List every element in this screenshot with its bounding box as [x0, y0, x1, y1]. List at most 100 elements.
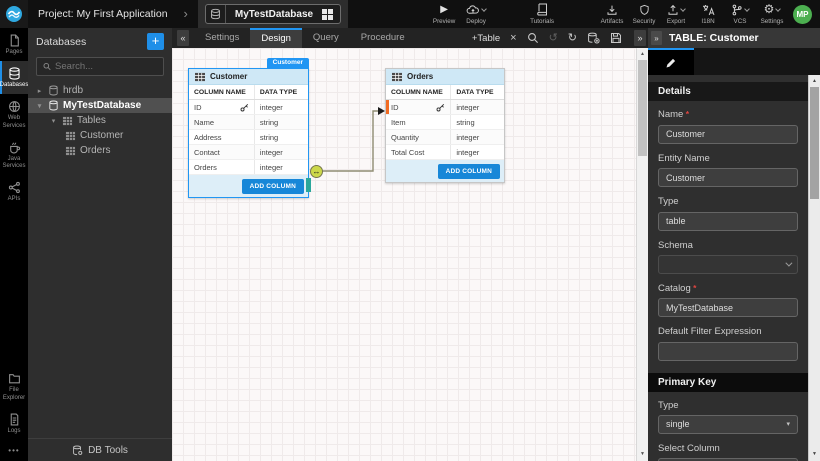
tab-edit-properties[interactable] — [648, 48, 694, 75]
tab-query[interactable]: Query — [302, 28, 350, 48]
rail-item-java-services[interactable]: Java Services — [0, 135, 28, 175]
delete-icon[interactable]: × — [510, 31, 516, 45]
caret-down-icon[interactable]: ▾ — [49, 117, 58, 125]
table-row-total-cost[interactable]: Total Cost integer — [386, 145, 504, 160]
rail-item-databases[interactable]: Databases — [0, 61, 28, 94]
scroll-down-icon[interactable]: ▼ — [637, 449, 648, 460]
table-card-orders[interactable]: Orders COLUMN NAME DATA TYPE ID integer … — [385, 68, 505, 183]
expand-panel-button[interactable]: » — [634, 30, 646, 46]
vcs-button[interactable]: VCS — [724, 0, 756, 28]
caret-down-icon[interactable]: ▾ — [35, 102, 44, 110]
catalog-field[interactable] — [658, 298, 798, 317]
scroll-thumb[interactable] — [638, 60, 647, 156]
connector-drag-handle[interactable]: ↔ — [310, 165, 323, 178]
scroll-up-icon[interactable]: ▲ — [637, 49, 648, 60]
collapse-sidebar-button[interactable]: « — [177, 30, 189, 46]
field-label-entity-name: Entity Name — [658, 153, 798, 164]
db-tools-button[interactable]: DB Tools — [28, 438, 172, 461]
card-header[interactable]: Customer — [189, 69, 308, 85]
scroll-up-icon[interactable]: ▲ — [809, 76, 820, 87]
rail-item-file-explorer[interactable]: File Explorer — [0, 366, 28, 406]
table-row-item[interactable]: Item string — [386, 115, 504, 130]
update-database-icon[interactable] — [587, 32, 600, 44]
select-column-select[interactable]: ID — [658, 458, 798, 461]
tab-mytestdatabase[interactable]: MyTestDatabase — [205, 4, 341, 24]
card-header[interactable]: Orders — [386, 69, 504, 85]
inspector-scrollbar[interactable]: ▲ ▼ — [808, 75, 820, 461]
tab-settings[interactable]: Settings — [194, 28, 250, 48]
tree-item-customer[interactable]: Customer — [28, 128, 172, 143]
grid-view-icon[interactable] — [322, 9, 333, 20]
table-row-id[interactable]: ID integer — [189, 100, 308, 115]
book-icon — [537, 3, 548, 16]
rail-item-apis[interactable]: APIs — [0, 175, 28, 208]
table-card-customer[interactable]: Customer Customer COLUMN NAME DATA TYPE … — [188, 68, 309, 198]
add-column-button[interactable]: ADD COLUMN — [242, 179, 304, 194]
table-row-id[interactable]: ID integer — [386, 100, 504, 115]
databases-sidebar: Databases + ▸ hrdb ▾ MyTestDatabase ▾ Ta… — [28, 28, 172, 461]
field-label-default-filter: Default Filter Expression — [658, 326, 798, 337]
tab-procedure[interactable]: Procedure — [350, 28, 416, 48]
rail-item-web-services[interactable]: Web Services — [0, 94, 28, 134]
tree-item-hrdb[interactable]: ▸ hrdb — [28, 83, 172, 98]
table-row-orders[interactable]: Orders integer — [189, 160, 308, 175]
expand-inspector-button[interactable]: » — [651, 31, 662, 45]
card-footer: ADD COLUMN — [386, 160, 504, 182]
more-options-icon[interactable]: ••• — [0, 440, 28, 461]
topbar-right-actions: Artifacts Security Export — [596, 0, 820, 28]
scroll-down-icon[interactable]: ▼ — [809, 449, 820, 460]
tab-design[interactable]: Design — [250, 28, 302, 48]
artifacts-button[interactable]: Artifacts — [596, 0, 628, 28]
design-canvas[interactable]: Customer Customer COLUMN NAME DATA TYPE … — [172, 48, 648, 461]
add-column-button[interactable]: ADD COLUMN — [438, 164, 500, 179]
pk-type-select[interactable]: single ▾ — [658, 415, 798, 434]
add-database-button[interactable]: + — [147, 33, 164, 50]
table-row-name[interactable]: Name string — [189, 115, 308, 130]
field-label-type: Type — [658, 196, 798, 207]
translate-icon — [702, 4, 715, 16]
tutorials-button[interactable]: Tutorials — [526, 0, 558, 28]
caret-right-icon[interactable]: ▸ — [35, 87, 44, 95]
app-logo[interactable] — [0, 0, 28, 28]
inspector-title: TABLE: Customer — [669, 32, 759, 44]
export-button[interactable]: Export — [660, 0, 692, 28]
api-nodes-icon — [8, 181, 21, 194]
default-filter-field[interactable] — [658, 342, 798, 361]
log-file-icon — [8, 413, 21, 426]
search-input[interactable] — [55, 61, 157, 72]
rail-item-logs[interactable]: Logs — [0, 407, 28, 440]
i18n-button[interactable]: I18N — [692, 0, 724, 28]
sidebar-search[interactable] — [36, 57, 164, 76]
globe-icon — [8, 100, 21, 113]
wavemaker-logo-icon — [5, 5, 23, 23]
field-label-schema: Schema — [658, 240, 798, 251]
name-field[interactable] — [658, 125, 798, 144]
settings-button[interactable]: ⚙ Settings — [756, 0, 788, 28]
table-row-quantity[interactable]: Quantity integer — [386, 130, 504, 145]
canvas-vertical-scrollbar[interactable]: ▲ ▼ — [636, 48, 648, 461]
schema-select[interactable] — [658, 255, 798, 274]
type-field[interactable] — [658, 212, 798, 231]
rail-item-pages[interactable]: Pages — [0, 28, 28, 61]
tree-label: hrdb — [63, 85, 83, 96]
table-row-contact[interactable]: Contact integer — [189, 145, 308, 160]
zoom-search-icon[interactable] — [527, 32, 539, 44]
scroll-thumb[interactable] — [810, 87, 819, 199]
inspector-tabs — [648, 48, 820, 75]
deploy-button[interactable]: Deploy — [460, 0, 492, 28]
entity-name-field[interactable] — [658, 168, 798, 187]
save-icon[interactable] — [610, 32, 622, 44]
user-avatar[interactable]: MP — [793, 5, 812, 24]
preview-button[interactable]: ▶ Preview — [428, 0, 460, 28]
breadcrumb-chevron-icon: › — [184, 0, 188, 28]
tree-item-tables[interactable]: ▾ Tables — [28, 113, 172, 128]
table-icon — [194, 72, 206, 82]
tree-item-mytestdatabase[interactable]: ▾ MyTestDatabase — [28, 98, 172, 113]
tree-item-orders[interactable]: Orders — [28, 143, 172, 158]
relation-anchor-handle[interactable] — [306, 178, 311, 192]
add-table-button[interactable]: +Table — [472, 33, 500, 44]
redo-icon[interactable]: ↻ — [568, 31, 577, 45]
security-button[interactable]: Security — [628, 0, 660, 28]
table-row-address[interactable]: Address string — [189, 130, 308, 145]
undo-icon[interactable]: ↺ — [549, 31, 558, 45]
